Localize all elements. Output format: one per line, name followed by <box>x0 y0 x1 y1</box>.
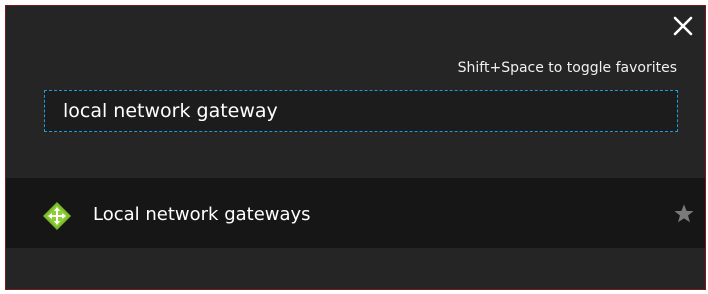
close-icon <box>673 16 693 36</box>
result-item-label: Local network gateways <box>93 204 311 225</box>
search-dialog: Shift+Space to toggle favorites Local ne… <box>5 5 706 290</box>
search-input[interactable] <box>45 91 677 131</box>
star-icon <box>674 204 694 223</box>
close-button[interactable] <box>671 14 695 38</box>
search-box[interactable] <box>44 90 678 132</box>
favorites-hint: Shift+Space to toggle favorites <box>457 60 677 76</box>
favorite-star-button[interactable] <box>673 203 695 225</box>
local-network-gateway-icon <box>42 201 72 231</box>
result-item-local-network-gateways[interactable]: Local network gateways <box>6 178 705 248</box>
